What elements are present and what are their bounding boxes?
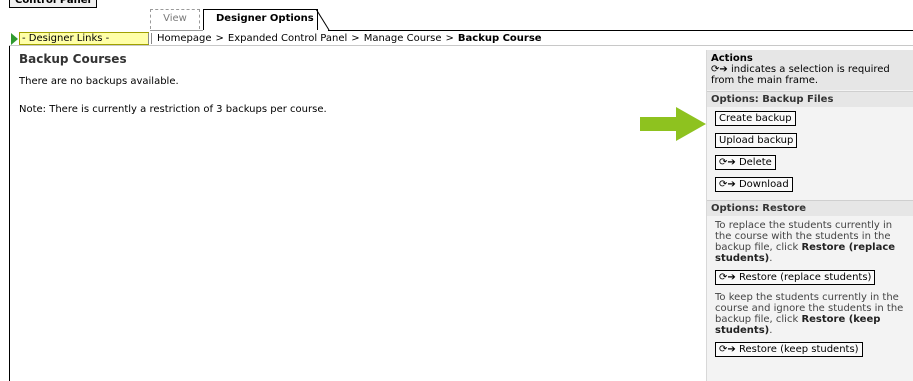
actions-heading: Actions xyxy=(711,53,753,64)
breadcrumb: Homepage > Expanded Control Panel > Manage C… xyxy=(157,32,542,45)
upload-backup-button[interactable]: Upload backup xyxy=(715,133,798,148)
restore-replace-label: Restore (replace students) xyxy=(738,272,872,283)
frame-border xyxy=(9,46,10,381)
breadcrumb-current: Backup Course xyxy=(457,33,542,44)
page-title: Backup Courses xyxy=(19,52,127,66)
top-tab-strip: Control Panel View Designer Options xyxy=(0,0,913,32)
main-content: Backup Courses There are no backups avai… xyxy=(19,52,689,132)
selection-arrow-icon: ⟳➔ xyxy=(719,344,736,355)
breadcrumb-separator: > xyxy=(351,33,360,44)
designer-links-select[interactable]: - Designer Links - xyxy=(19,32,149,45)
pointer-arrow-icon xyxy=(640,107,706,141)
play-icon[interactable] xyxy=(11,33,18,45)
selection-arrow-icon: ⟳➔ xyxy=(719,179,736,190)
delete-label: Delete xyxy=(738,157,772,168)
restore-keep-help: To keep the students currently in the co… xyxy=(715,292,904,336)
restore-keep-label: Restore (keep students) xyxy=(738,344,859,355)
no-backups-message: There are no backups available. xyxy=(19,76,179,87)
breadcrumb-separator: > xyxy=(445,33,454,44)
actions-note: ⟳➔ indicates a selection is required fro… xyxy=(711,64,909,86)
grip-icon xyxy=(148,33,152,44)
restore-heading: Options: Restore xyxy=(707,200,913,216)
breadcrumb-bar: - Designer Links - Homepage > Expanded Con… xyxy=(9,32,913,46)
tab-divider-left xyxy=(150,30,203,31)
control-panel-button[interactable]: Control Panel xyxy=(9,0,97,8)
restore-replace-help: To replace the students currently in the… xyxy=(715,220,896,264)
tab-edge xyxy=(316,9,330,31)
tab-view[interactable]: View xyxy=(150,9,200,29)
actions-header: Actions ⟳➔ indicates a selection is requ… xyxy=(707,50,913,90)
create-backup-button[interactable]: Create backup xyxy=(715,111,796,126)
breadcrumb-homepage[interactable]: Homepage xyxy=(157,33,212,44)
tab-divider xyxy=(328,30,913,31)
selection-arrow-icon: ⟳➔ xyxy=(719,272,736,283)
backup-files-heading: Options: Backup Files xyxy=(707,91,913,107)
download-label: Download xyxy=(738,179,789,190)
download-button[interactable]: ⟳➔ Download xyxy=(715,177,793,192)
restore-replace-button[interactable]: ⟳➔ Restore (replace students) xyxy=(715,270,876,285)
delete-button[interactable]: ⟳➔ Delete xyxy=(715,155,776,170)
actions-panel: Actions ⟳➔ indicates a selection is requ… xyxy=(706,50,913,381)
restriction-note: Note: There is currently a restriction o… xyxy=(19,104,327,115)
breadcrumb-separator: > xyxy=(215,33,224,44)
breadcrumb-expanded-control-panel[interactable]: Expanded Control Panel xyxy=(228,33,347,44)
tab-designer-options[interactable]: Designer Options xyxy=(203,9,318,30)
restore-keep-button[interactable]: ⟳➔ Restore (keep students) xyxy=(715,342,863,357)
breadcrumb-manage-course[interactable]: Manage Course xyxy=(364,33,442,44)
actions-note-text: indicates a selection is required from t… xyxy=(711,64,890,86)
selection-arrow-icon: ⟳➔ xyxy=(711,64,728,75)
selection-arrow-icon: ⟳➔ xyxy=(719,157,736,168)
